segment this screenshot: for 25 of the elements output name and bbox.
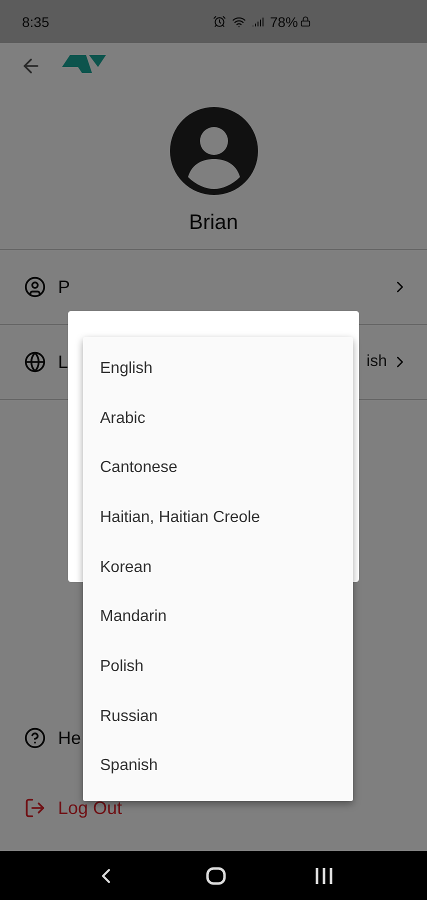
language-option[interactable]: Mandarin	[83, 592, 353, 642]
avatar-icon	[170, 107, 258, 195]
profile-name: Brian	[188, 211, 240, 236]
alarm-icon	[212, 15, 226, 28]
row-label: L	[58, 352, 68, 372]
language-option[interactable]: Haitian, Haitian Creole	[83, 493, 353, 543]
status-time: 8:35	[22, 14, 50, 30]
row-label: P	[58, 276, 70, 298]
help-label[interactable]: He	[58, 728, 82, 748]
person-icon	[24, 276, 46, 298]
language-option[interactable]: Korean	[83, 542, 353, 592]
wifi-icon	[232, 14, 246, 28]
home-icon[interactable]	[206, 866, 226, 884]
battery-percent: 78%	[270, 14, 298, 30]
language-option[interactable]: Russian	[83, 692, 353, 742]
language-option[interactable]: Polish	[83, 642, 353, 692]
language-option[interactable]: Spanish	[83, 742, 353, 792]
language-option[interactable]: Cantonese	[83, 443, 353, 494]
logout-icon	[24, 797, 46, 819]
language-option[interactable]: English	[83, 344, 353, 394]
row-value: ish	[366, 353, 387, 371]
globe-icon	[24, 351, 46, 373]
help-icon	[24, 727, 46, 749]
language-option[interactable]: Arabic	[83, 394, 353, 444]
recents-icon[interactable]	[314, 866, 333, 884]
